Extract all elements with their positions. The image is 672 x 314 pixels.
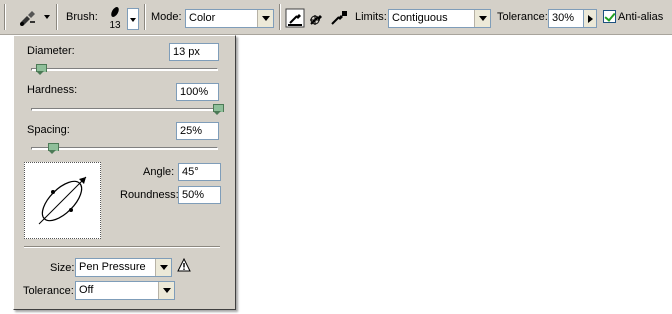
options-bar: Brush: 13 Mode: Color Limits: Contiguous… bbox=[0, 0, 672, 35]
divider bbox=[24, 246, 220, 248]
color-sampling-swatch-icon bbox=[331, 11, 347, 25]
tool-preset-dropdown-icon[interactable] bbox=[44, 15, 50, 19]
tolerance-input[interactable]: 30% bbox=[548, 9, 584, 28]
warning-icon bbox=[177, 257, 191, 272]
diameter-input[interactable]: 13 px bbox=[169, 43, 219, 61]
brush-size-text: 13 bbox=[109, 20, 121, 31]
diameter-slider-thumb[interactable] bbox=[36, 64, 47, 75]
separator bbox=[56, 4, 58, 30]
angle-roundness-widget-icon bbox=[38, 176, 87, 225]
brush-label: Brush: bbox=[66, 11, 98, 23]
separator bbox=[279, 4, 281, 30]
spacing-slider-thumb[interactable] bbox=[48, 143, 59, 154]
spacing-label: Spacing: bbox=[27, 124, 70, 136]
sampling-continuous-button[interactable] bbox=[285, 8, 305, 28]
chevron-down-icon bbox=[155, 259, 171, 276]
brush-angle-roundness-preview[interactable] bbox=[24, 162, 101, 239]
limits-select-value: Contiguous bbox=[392, 12, 448, 24]
brush-options-panel: Diameter: 13 px Hardness: 100% Spacing: … bbox=[13, 35, 236, 310]
grip-separator bbox=[4, 4, 6, 30]
sampling-swatch-button[interactable] bbox=[329, 8, 349, 28]
hardness-slider-thumb[interactable] bbox=[213, 104, 224, 115]
spacing-input[interactable]: 25% bbox=[176, 122, 219, 140]
tolerance-control-select[interactable]: Off bbox=[75, 281, 175, 300]
size-control-select[interactable]: Pen Pressure bbox=[75, 258, 172, 277]
tolerance-label: Tolerance: bbox=[497, 11, 548, 23]
mode-select-value: Color bbox=[189, 12, 216, 24]
sampling-once-button[interactable] bbox=[307, 8, 327, 28]
spacing-slider-track[interactable] bbox=[31, 147, 218, 150]
antialias-checkbox[interactable] bbox=[603, 10, 616, 23]
antialias-label: Anti-alias bbox=[618, 11, 664, 23]
tolerance-slider-button[interactable] bbox=[583, 9, 597, 28]
hardness-label: Hardness: bbox=[27, 84, 78, 96]
brush-picker-dropdown[interactable] bbox=[127, 8, 139, 30]
tolerance-control-label: Tolerance: bbox=[23, 285, 74, 297]
roundness-input[interactable]: 50% bbox=[178, 186, 221, 204]
mode-label: Mode: bbox=[151, 11, 182, 23]
separator bbox=[144, 4, 146, 30]
limits-label: Limits: bbox=[355, 11, 387, 23]
mode-select[interactable]: Color bbox=[185, 9, 274, 28]
angle-label: Angle: bbox=[143, 166, 175, 178]
chevron-down-icon bbox=[257, 10, 273, 27]
brush-preview[interactable]: 13 bbox=[104, 4, 126, 32]
angle-input[interactable]: 45° bbox=[178, 163, 221, 181]
chevron-down-icon bbox=[474, 10, 490, 27]
size-label: Size: bbox=[50, 262, 75, 274]
hardness-slider-track[interactable] bbox=[31, 108, 218, 111]
brush-tip-icon bbox=[111, 7, 119, 17]
chevron-down-icon bbox=[158, 282, 174, 299]
hardness-input[interactable]: 100% bbox=[176, 83, 219, 101]
tolerance-control-value: Off bbox=[79, 284, 94, 296]
diameter-label: Diameter: bbox=[27, 45, 75, 57]
roundness-label: Roundness: bbox=[120, 189, 179, 201]
color-replacement-tool-icon[interactable] bbox=[18, 8, 38, 28]
color-sampling-continuous-icon bbox=[285, 8, 305, 28]
size-control-value: Pen Pressure bbox=[79, 261, 146, 273]
diameter-slider-track[interactable] bbox=[31, 68, 218, 71]
limits-select[interactable]: Contiguous bbox=[388, 9, 491, 28]
color-sampling-once-icon bbox=[310, 15, 322, 25]
